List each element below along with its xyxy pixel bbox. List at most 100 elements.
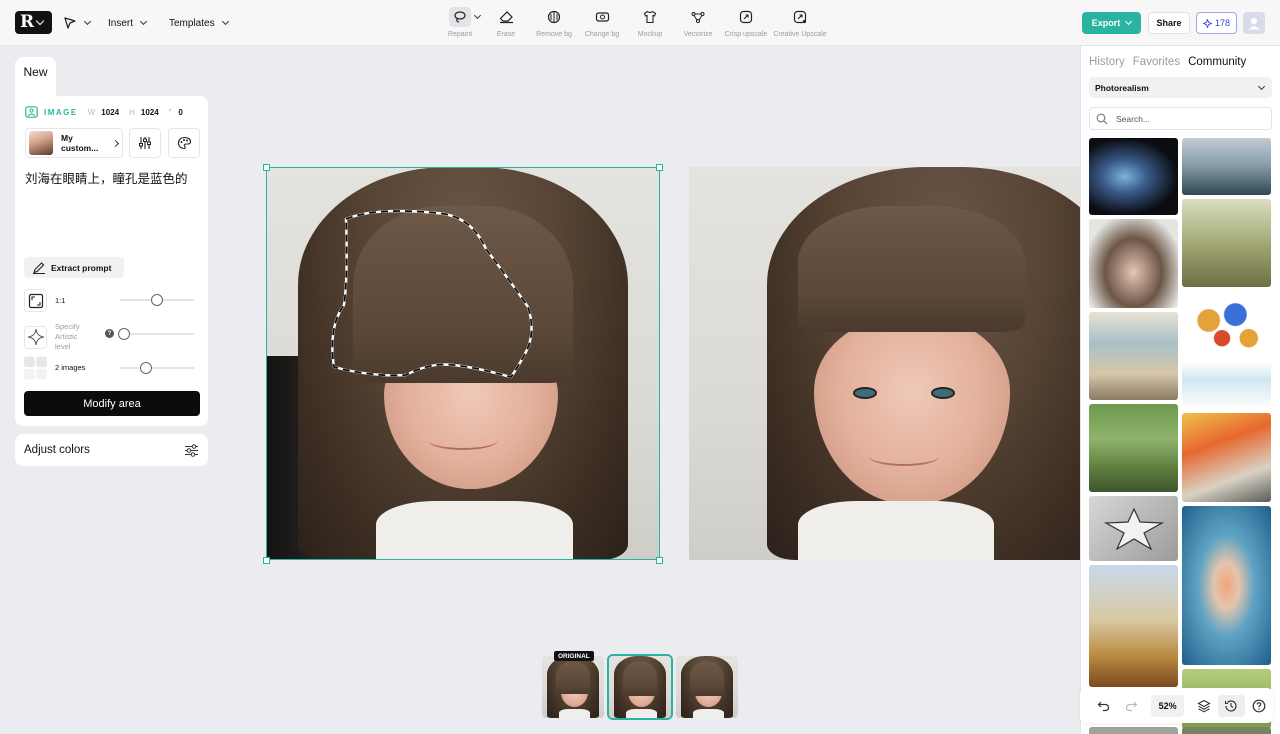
chevron-down-icon <box>1257 82 1266 90</box>
chevron-down-icon <box>35 16 45 26</box>
share-button[interactable]: Share <box>1148 12 1190 34</box>
slider-knob[interactable] <box>140 362 152 374</box>
resize-handle[interactable] <box>263 557 270 564</box>
height-label: H <box>129 107 135 117</box>
height-value[interactable]: 1024 <box>141 108 159 117</box>
tab-new[interactable]: New <box>15 57 56 87</box>
extract-prompt-button[interactable]: Extract prompt <box>24 257 124 278</box>
image-count-label: 2 images <box>55 363 86 372</box>
tool-mockup[interactable]: Mockup <box>626 7 674 38</box>
style-thumbnail <box>29 131 53 155</box>
undo-button[interactable] <box>1090 695 1118 717</box>
credits-button[interactable]: 178 <box>1196 12 1237 34</box>
settings-sliders-button[interactable] <box>129 128 161 158</box>
gallery-item-pompom-bouquet[interactable] <box>1182 291 1271 409</box>
tool-crisp-upscale[interactable]: Crisp upscale <box>722 7 770 38</box>
gallery-item-old-rockers[interactable] <box>1089 496 1178 561</box>
version-thumbnail-selected[interactable] <box>607 654 673 720</box>
export-button[interactable]: Export <box>1082 12 1141 34</box>
modify-area-button[interactable]: Modify area <box>24 391 200 416</box>
gallery-item-rider[interactable] <box>1089 565 1178 687</box>
gallery-item-girl-bangs[interactable] <box>1089 219 1178 308</box>
creative-upscale-icon <box>793 10 807 24</box>
image-keyword: IMAGE <box>44 107 78 117</box>
aspect-ratio-label: 1:1 <box>55 296 66 305</box>
tool-creative-upscale[interactable]: Creative Upscale <box>770 7 830 38</box>
style-selector[interactable]: My custom... <box>25 128 123 158</box>
tab-community[interactable]: Community <box>1188 56 1246 68</box>
resize-handle[interactable] <box>263 164 270 171</box>
select-tool-menu[interactable] <box>63 12 92 34</box>
sliders-icon <box>139 137 151 149</box>
star-logo-icon <box>1103 507 1164 550</box>
tool-change-bg[interactable]: Change bg <box>578 7 626 38</box>
artistic-level-slider[interactable] <box>118 328 194 340</box>
slider-knob[interactable] <box>118 328 130 340</box>
resize-handle[interactable] <box>656 164 663 171</box>
tool-erase[interactable]: Erase <box>482 7 530 38</box>
repaint-dropdown[interactable] <box>472 7 482 38</box>
width-label: W <box>87 107 96 117</box>
layers-button[interactable] <box>1190 695 1218 717</box>
tool-vectorize[interactable]: Vectorize <box>674 7 722 38</box>
adjust-sliders-icon <box>185 443 198 457</box>
help-button[interactable] <box>1245 695 1273 717</box>
zoom-level[interactable]: 52% <box>1151 694 1184 717</box>
version-thumbnail-original[interactable] <box>542 656 604 718</box>
search-input[interactable] <box>1116 113 1256 124</box>
gallery-item-sea-lions[interactable] <box>1089 312 1178 400</box>
search-icon <box>1096 113 1108 124</box>
history-button[interactable] <box>1217 694 1246 717</box>
version-thumbnail[interactable] <box>676 656 738 718</box>
image-selection-frame[interactable] <box>266 167 660 560</box>
user-avatar[interactable] <box>1243 12 1265 34</box>
pen-icon <box>33 261 45 274</box>
chevron-down-icon <box>83 17 92 26</box>
layers-icon <box>1197 699 1211 712</box>
aspect-ratio-button[interactable] <box>24 289 47 312</box>
aspect-ratio-slider[interactable] <box>120 294 194 306</box>
generated-image[interactable] <box>689 167 1080 560</box>
upscale-icon <box>739 10 753 24</box>
gallery-item-park-tour[interactable] <box>1089 404 1178 492</box>
style-filter-select[interactable]: Photorealism <box>1089 77 1272 98</box>
gallery-item[interactable] <box>1182 727 1271 734</box>
image-icon <box>25 106 38 118</box>
tool-remove-bg[interactable]: Remove bg <box>530 7 578 38</box>
top-toolbar: R Insert Templates Repaint Erase Remove … <box>0 0 1280 46</box>
gallery-item-hallway[interactable] <box>1182 199 1271 287</box>
user-icon <box>1248 18 1260 30</box>
corner-radius-value[interactable]: 0 <box>178 108 182 117</box>
palette-button[interactable] <box>168 128 200 158</box>
gallery-item-betta-fish[interactable] <box>1089 138 1178 215</box>
gallery-item[interactable] <box>1089 727 1178 734</box>
redo-icon <box>1125 701 1138 712</box>
tool-label: Remove bg <box>536 31 572 38</box>
gallery-item-misty-forest[interactable] <box>1182 138 1271 195</box>
adjust-colors-section[interactable]: Adjust colors <box>15 434 208 466</box>
gallery-item-kids-costumes[interactable] <box>1182 413 1271 502</box>
width-value[interactable]: 1024 <box>101 108 119 117</box>
tool-label: Vectorize <box>683 31 713 38</box>
tab-favorites[interactable]: Favorites <box>1133 56 1180 68</box>
help-icon[interactable]: ? <box>105 329 114 338</box>
artistic-level-button[interactable] <box>24 325 47 349</box>
resize-handle[interactable] <box>656 557 663 564</box>
image-count-slider[interactable] <box>120 362 194 374</box>
artistic-level-label: Specify Artistic level <box>55 322 80 351</box>
extract-prompt-label: Extract prompt <box>51 262 112 273</box>
prompt-text[interactable]: 刘海在眼睛上，瞳孔是蓝色的 <box>25 168 188 187</box>
slider-knob[interactable] <box>151 294 163 306</box>
redo-button[interactable] <box>1118 695 1146 717</box>
tab-history[interactable]: History <box>1089 56 1125 68</box>
grid-icon <box>24 356 47 379</box>
templates-menu[interactable]: Templates <box>169 12 229 34</box>
gallery-item-color-burst[interactable] <box>1182 506 1271 665</box>
image-count-button[interactable] <box>24 356 47 379</box>
app-logo-menu[interactable]: R <box>15 11 52 34</box>
canvas-controls: 52% <box>1080 688 1273 723</box>
insert-menu[interactable]: Insert <box>108 12 148 34</box>
expand-frame-icon <box>28 293 43 308</box>
insert-menu-label: Insert <box>108 17 134 29</box>
image-settings-row: IMAGE W 1024 H 1024 ⌜ 0 <box>25 106 183 118</box>
